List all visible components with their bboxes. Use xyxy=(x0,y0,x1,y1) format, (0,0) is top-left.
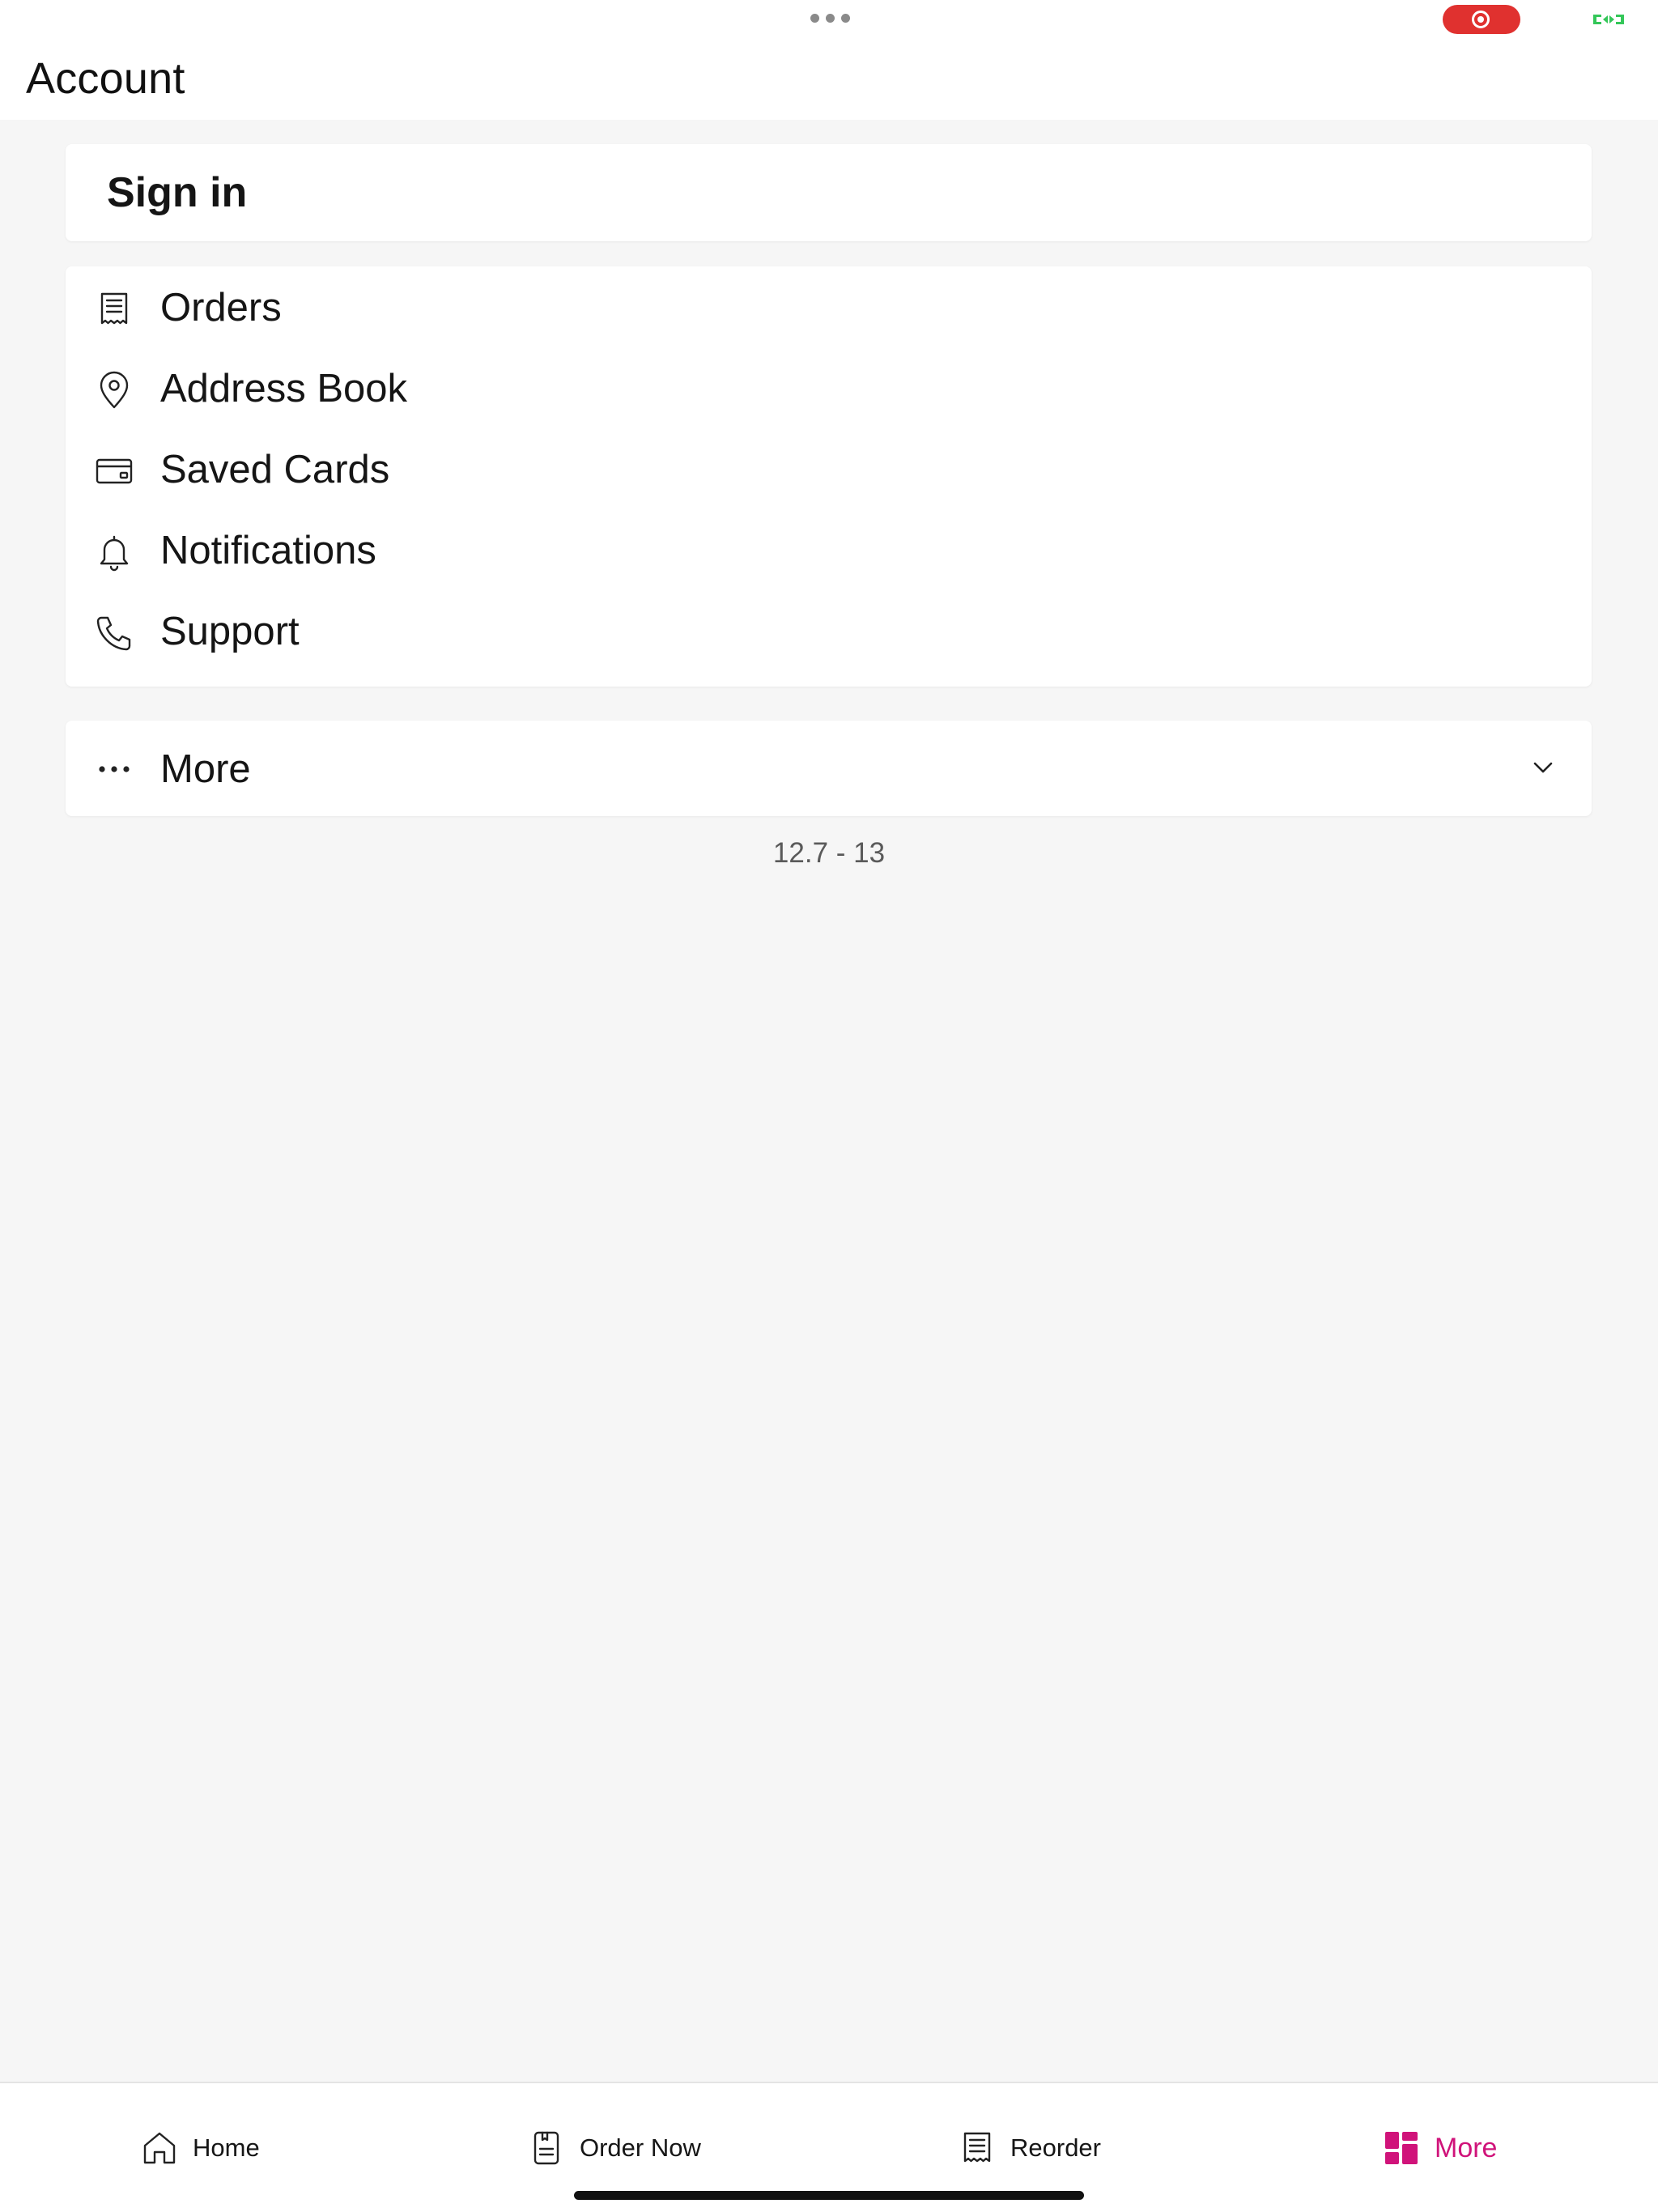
tab-label: Order Now xyxy=(580,2133,701,2162)
menu-item-saved-cards[interactable]: Saved Cards xyxy=(66,428,1592,509)
menu-item-support[interactable]: Support xyxy=(66,590,1592,671)
tab-reorder[interactable]: Reorder xyxy=(959,2128,1101,2168)
record-icon xyxy=(1472,11,1490,28)
chevron-down-icon xyxy=(1530,755,1556,781)
menu-item-label: Address Book xyxy=(160,367,408,410)
menu-item-label: Notifications xyxy=(160,529,376,572)
location-pin-icon xyxy=(94,370,134,410)
receipt-icon xyxy=(959,2129,996,2167)
ellipsis-icon xyxy=(94,749,134,789)
screen-recording-indicator[interactable] xyxy=(1443,5,1520,34)
menu-item-label: Orders xyxy=(160,286,282,330)
menu-item-label: Saved Cards xyxy=(160,448,390,491)
multitasking-dots-icon[interactable] xyxy=(810,14,850,23)
tab-home[interactable]: Home xyxy=(141,2128,260,2168)
sign-in-label: Sign in xyxy=(107,169,248,216)
account-menu: Orders Address Book Saved Cards Notifica… xyxy=(66,266,1592,687)
menu-item-address-book[interactable]: Address Book xyxy=(66,347,1592,428)
menu-item-label: Support xyxy=(160,610,300,653)
order-document-icon xyxy=(528,2129,565,2167)
home-icon xyxy=(141,2129,178,2167)
tab-label: More xyxy=(1435,2132,1498,2163)
more-label: More xyxy=(160,747,251,791)
more-expander[interactable]: More xyxy=(66,721,1592,816)
page-title: Account xyxy=(26,54,185,103)
grid-icon xyxy=(1383,2129,1420,2167)
home-indicator[interactable] xyxy=(574,2191,1084,2200)
phone-icon xyxy=(94,613,134,653)
receipt-icon xyxy=(94,289,134,330)
sign-in-card[interactable]: Sign in xyxy=(66,144,1592,241)
tab-more[interactable]: More xyxy=(1383,2128,1497,2168)
header: Account xyxy=(0,0,1658,120)
app-version: 12.7 - 13 xyxy=(772,837,886,869)
tab-label: Reorder xyxy=(1010,2133,1101,2162)
menu-item-orders[interactable]: Orders xyxy=(66,266,1592,347)
tab-label: Home xyxy=(193,2133,260,2162)
menu-item-notifications[interactable]: Notifications xyxy=(66,509,1592,590)
credit-card-icon xyxy=(94,451,134,491)
tab-order-now[interactable]: Order Now xyxy=(528,2128,701,2168)
bell-icon xyxy=(94,532,134,572)
battery-icon xyxy=(1592,11,1626,32)
